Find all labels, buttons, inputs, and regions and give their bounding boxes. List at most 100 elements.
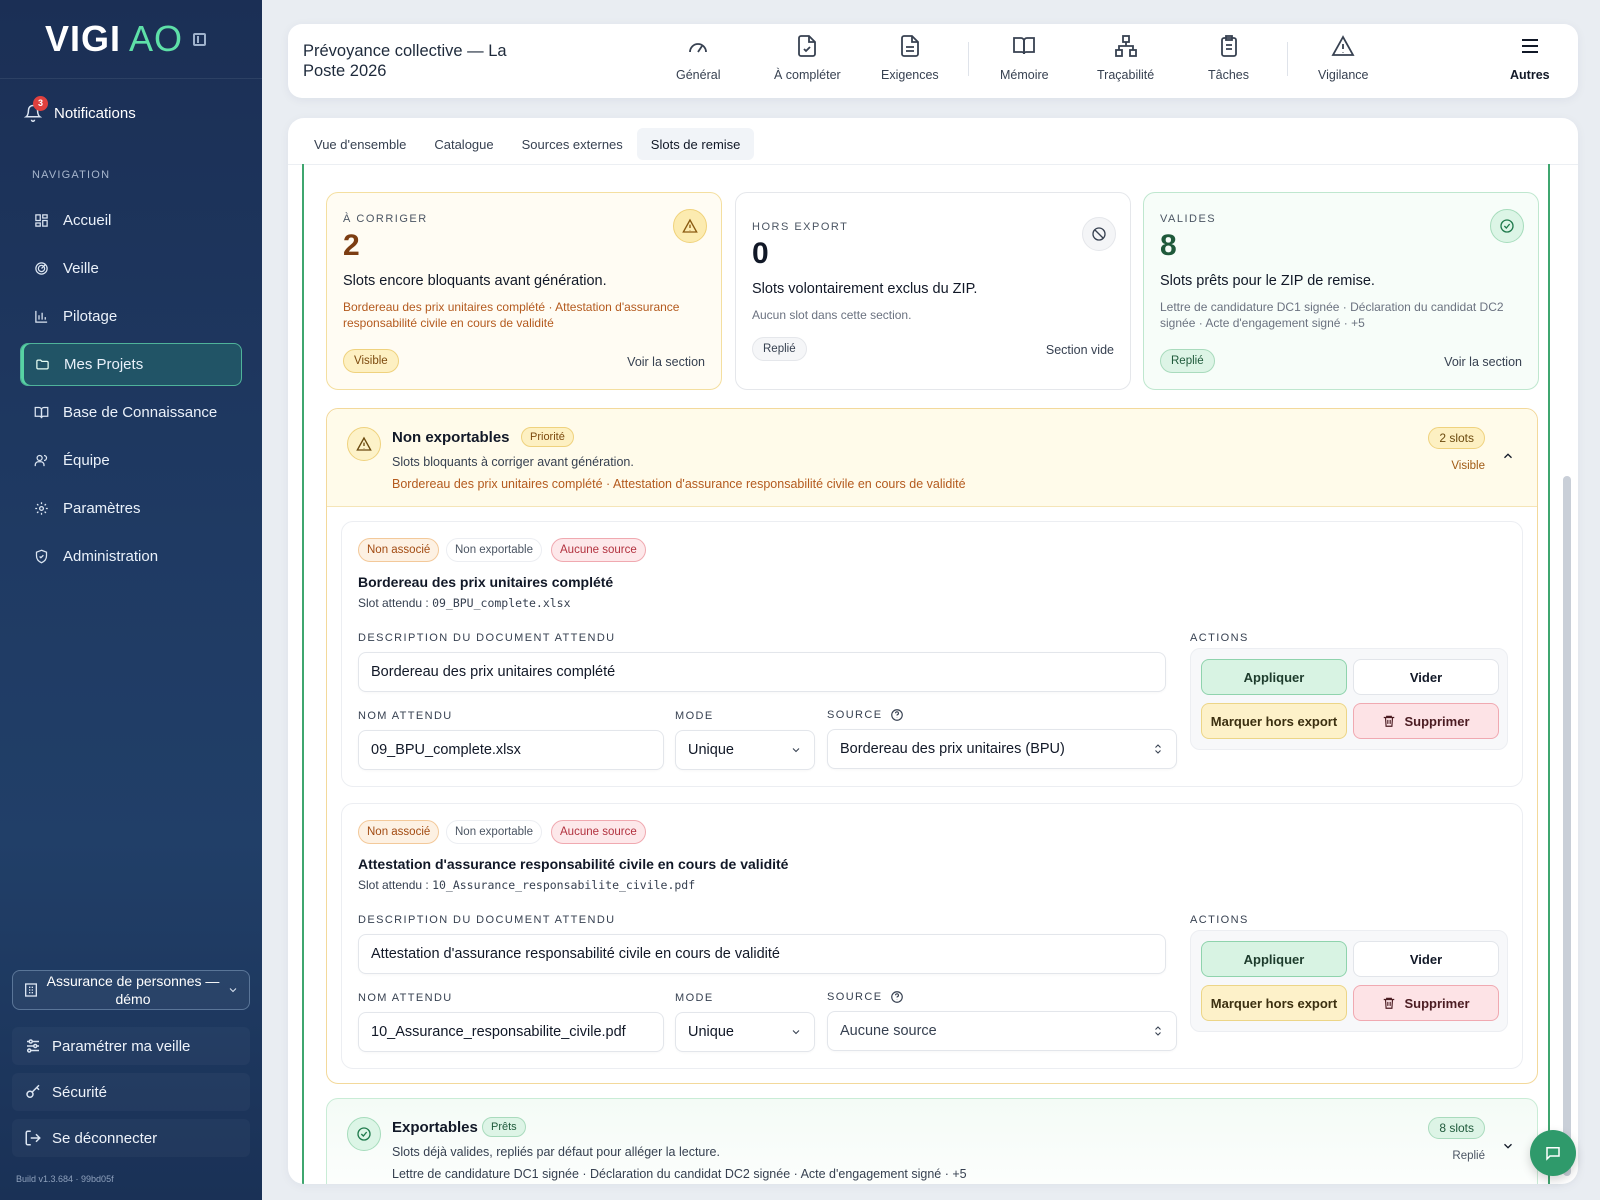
source-select[interactable]: Bordereau des prix unitaires (BPU) <box>827 729 1177 769</box>
section-items-summary: Bordereau des prix unitaires complété · … <box>392 477 966 491</box>
slot-count-badge: 2 slots <box>1428 427 1485 449</box>
sidebar-item-mes-projets[interactable]: Mes Projets <box>20 343 242 386</box>
source-label: SOURCE <box>827 991 883 1003</box>
slot-expected-file: Slot attendu : 09_BPU_complete.xlsx <box>358 596 571 610</box>
chip-non-exportable: Non exportable <box>446 538 542 562</box>
section-title: Non exportables <box>392 429 510 446</box>
delete-button[interactable]: Supprimer <box>1353 985 1499 1021</box>
project-title: Prévoyance collective — La Poste 2026 <box>303 42 507 80</box>
warning-icon <box>347 427 381 461</box>
scrollbar[interactable] <box>1563 476 1571 1176</box>
stat-caption: VALIDES <box>1160 213 1217 225</box>
mark-excluded-button[interactable]: Marquer hors export <box>1201 703 1347 739</box>
sidebar-collapse-icon[interactable] <box>193 32 207 46</box>
sidebar-item-accueil[interactable]: Accueil <box>20 199 242 242</box>
nav-vigilance[interactable]: Vigilance <box>1318 34 1369 92</box>
sidebar-item-base-connaissance[interactable]: Base de Connaissance <box>20 391 242 434</box>
tab-catalogue[interactable]: Catalogue <box>420 128 507 160</box>
book-icon <box>34 405 49 420</box>
slot-file-name: 10_Assurance_responsabilite_civile.pdf <box>432 878 696 892</box>
sidebar-item-label: Administration <box>63 548 159 565</box>
radar-icon <box>34 261 49 276</box>
chip-no-source: Aucune source <box>551 820 646 844</box>
org-selector[interactable]: Assurance de personnes — démo <box>12 970 250 1010</box>
name-input[interactable]: 10_Assurance_responsabilite_civile.pdf <box>358 1012 664 1052</box>
sidebar-item-administration[interactable]: Administration <box>20 535 242 578</box>
actions-panel: Appliquer Vider Marquer hors export Supp… <box>1190 648 1508 750</box>
stat-sub: Bordereau des prix unitaires complété · … <box>343 300 680 330</box>
notifications-button[interactable]: 3 Notifications <box>23 96 136 122</box>
description-input[interactable]: Bordereau des prix unitaires complété <box>358 652 1166 692</box>
clear-button[interactable]: Vider <box>1353 659 1499 695</box>
slot-expected-prefix: Slot attendu : <box>358 596 429 610</box>
sidebar-item-parametres[interactable]: Paramètres <box>20 487 242 530</box>
source-label: SOURCE <box>827 709 883 721</box>
stat-desc: Slots prêts pour le ZIP de remise. <box>1160 273 1375 289</box>
sidebar-item-veille[interactable]: Veille <box>20 247 242 290</box>
section-title: Exportables <box>392 1119 478 1136</box>
section-exportable[interactable]: Exportables Prêts Slots déjà valides, re… <box>326 1098 1538 1184</box>
stat-card-to-correct[interactable]: À CORRIGER 2 Slots encore bloquants avan… <box>326 192 722 390</box>
logout-button[interactable]: Se déconnecter <box>12 1119 250 1157</box>
nav-taches[interactable]: Tâches <box>1208 34 1249 92</box>
apply-button[interactable]: Appliquer <box>1201 941 1347 977</box>
section-state: Visible <box>1451 460 1485 472</box>
sidebar-item-pilotage[interactable]: Pilotage <box>20 295 242 338</box>
chevron-up-icon[interactable] <box>1501 449 1515 463</box>
grid-icon <box>34 213 49 228</box>
nav-label: Général <box>676 68 721 82</box>
stat-desc: Slots volontairement exclus du ZIP. <box>752 281 978 297</box>
chip-unlinked: Non associé <box>358 538 440 562</box>
nav-tracabilite[interactable]: Traçabilité <box>1097 34 1154 92</box>
chevron-down-icon[interactable] <box>1501 1139 1515 1153</box>
check-circle-icon <box>1490 209 1524 243</box>
configure-watch-button[interactable]: Paramétrer ma veille <box>12 1027 250 1065</box>
stat-card-valid[interactable]: VALIDES 8 Slots prêts pour le ZIP de rem… <box>1143 192 1539 390</box>
delete-label: Supprimer <box>1404 713 1470 729</box>
nav-memoire[interactable]: Mémoire <box>1000 34 1049 92</box>
delete-button[interactable]: Supprimer <box>1353 703 1499 739</box>
sidebar-item-equipe[interactable]: Équipe <box>20 439 242 482</box>
description-input[interactable]: Attestation d'assurance responsabilité c… <box>358 934 1166 974</box>
header-divider <box>968 42 969 76</box>
stat-view-section-link[interactable]: Voir la section <box>627 355 705 369</box>
stat-count: 2 <box>343 229 360 262</box>
tab-overview[interactable]: Vue d'ensemble <box>300 128 420 160</box>
apply-button[interactable]: Appliquer <box>1201 659 1347 695</box>
help-icon[interactable] <box>890 990 904 1004</box>
file-check-icon <box>795 34 819 63</box>
section-subtitle: Slots déjà valides, repliés par défaut p… <box>392 1145 720 1159</box>
name-input[interactable]: 09_BPU_complete.xlsx <box>358 730 664 770</box>
project-header: Prévoyance collective — La Poste 2026 Gé… <box>288 24 1578 98</box>
stat-view-section-link[interactable]: Voir la section <box>1444 355 1522 369</box>
mode-select[interactable]: Unique <box>675 1012 815 1052</box>
clear-button[interactable]: Vider <box>1353 941 1499 977</box>
chat-button[interactable] <box>1530 1130 1576 1176</box>
building-icon <box>25 983 37 997</box>
nav-autres[interactable]: Autres <box>1510 34 1550 92</box>
security-button[interactable]: Sécurité <box>12 1073 250 1111</box>
tab-delivery-slots[interactable]: Slots de remise <box>636 128 755 160</box>
tab-external-sources[interactable]: Sources externes <box>508 128 637 160</box>
slot-count-badge: 8 slots <box>1428 1117 1485 1139</box>
nav-general[interactable]: Général <box>676 34 720 92</box>
source-select[interactable]: Aucune source <box>827 1011 1177 1051</box>
section-header[interactable]: Non exportables Priorité Slots bloquants… <box>327 409 1537 507</box>
trash-icon <box>1384 715 1395 727</box>
name-label: NOM ATTENDU <box>358 710 453 722</box>
nav-label: À compléter <box>774 68 841 82</box>
nav-a-completer[interactable]: À compléter <box>774 34 841 92</box>
description-label: DESCRIPTION DU DOCUMENT ATTENDU <box>358 914 616 926</box>
brand-logo[interactable]: VIGI AO <box>0 0 262 79</box>
mark-excluded-button[interactable]: Marquer hors export <box>1201 985 1347 1021</box>
brand-main: VIGI <box>45 18 122 59</box>
help-icon[interactable] <box>890 708 904 722</box>
section-non-exportable: Non exportables Priorité Slots bloquants… <box>326 408 1538 1084</box>
slot-card: Non associé Non exportable Aucune source… <box>341 521 1523 787</box>
mode-select[interactable]: Unique <box>675 730 815 770</box>
stat-card-excluded[interactable]: HORS EXPORT 0 Slots volontairement exclu… <box>735 192 1131 390</box>
nav-exigences[interactable]: Exigences <box>881 34 939 92</box>
build-version: Build v1.3.684 · 99bd05f <box>16 1174 114 1184</box>
header-divider <box>1287 42 1288 76</box>
clipboard-icon <box>1217 34 1241 63</box>
